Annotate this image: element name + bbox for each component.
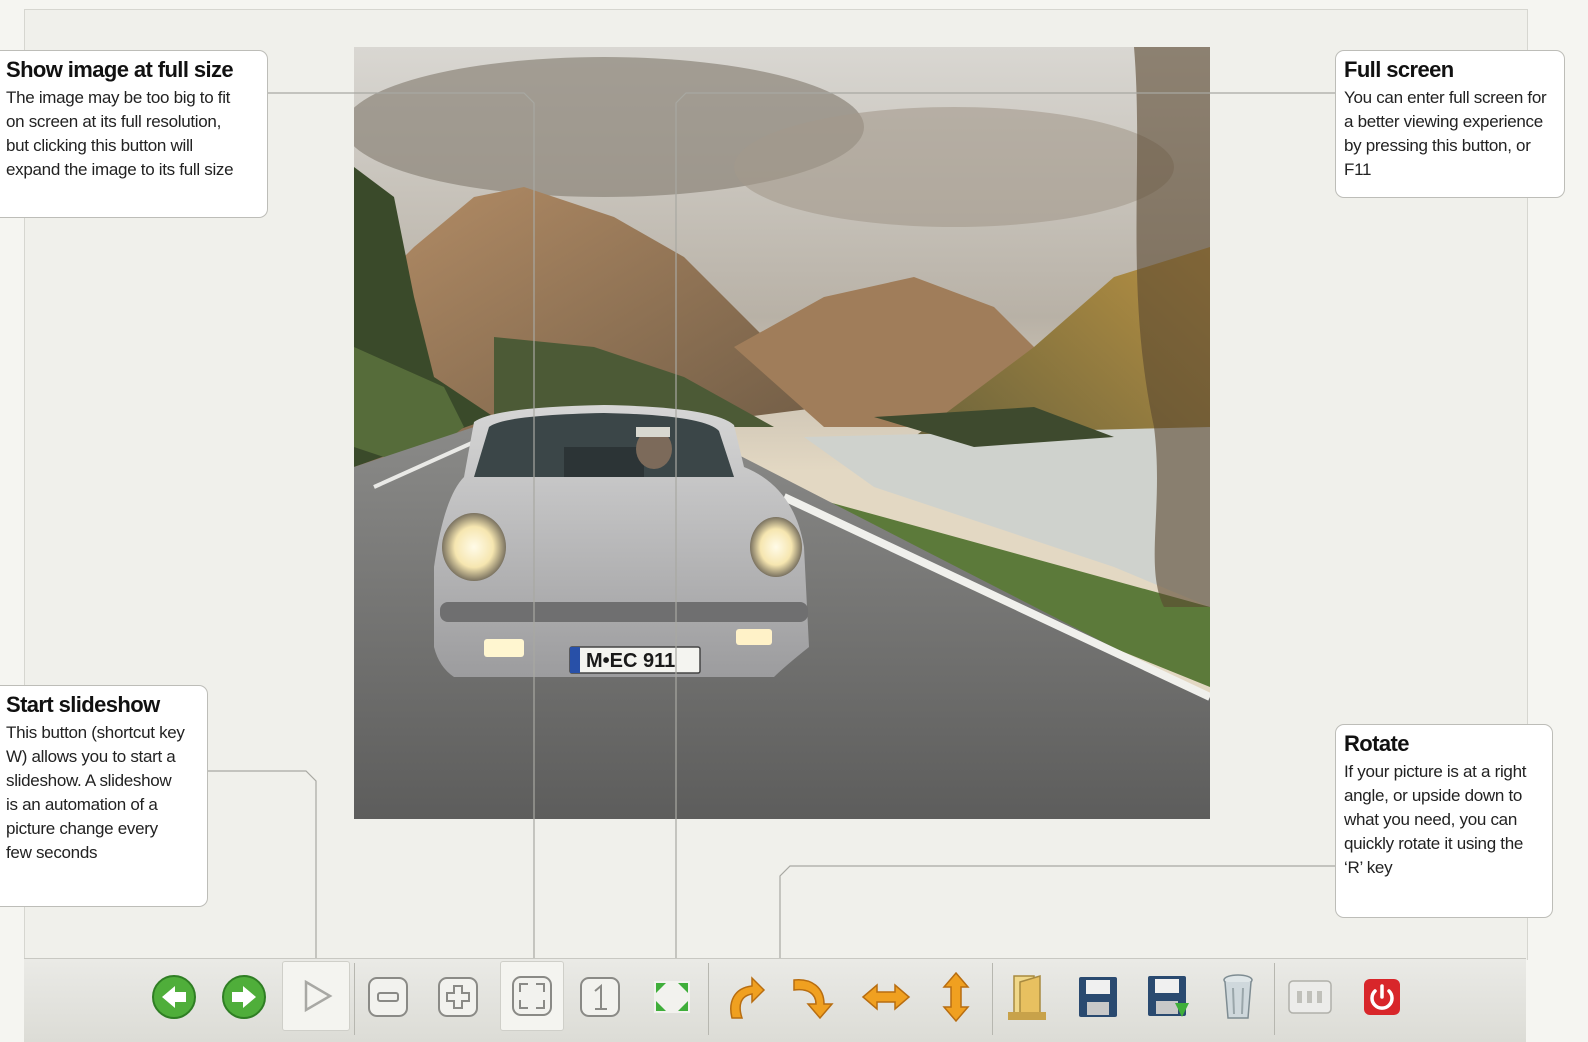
- save-as-button[interactable]: [1140, 967, 1196, 1027]
- previous-image-button[interactable]: [146, 967, 202, 1027]
- actual-size-icon: [580, 977, 620, 1017]
- callout-body: This button (shortcut key W) allows you …: [6, 723, 185, 862]
- callout-title: Start slideshow: [6, 692, 160, 717]
- next-arrow-icon: [222, 975, 266, 1019]
- delete-icon: [1223, 974, 1253, 1019]
- callout-title: Rotate: [1344, 731, 1409, 756]
- close-power-icon: [1364, 979, 1400, 1015]
- callout-title: Show image at full size: [6, 57, 234, 82]
- open-folder-icon: [1008, 974, 1046, 1020]
- rotate-left-button[interactable]: [714, 967, 770, 1027]
- rotate-left-icon: [730, 976, 766, 1019]
- fit-to-window-icon: [512, 976, 552, 1016]
- next-image-button[interactable]: [216, 967, 272, 1027]
- slideshow-play-icon: [304, 979, 333, 1013]
- callout-rotate: Rotate If your picture is at a right ang…: [1335, 724, 1553, 918]
- rotate-right-icon: [793, 979, 834, 1020]
- zoom-out-button[interactable]: [360, 967, 416, 1027]
- full-screen-icon: [654, 981, 690, 1013]
- start-slideshow-button[interactable]: [282, 961, 350, 1031]
- actual-size-button[interactable]: [572, 967, 628, 1027]
- save-as-icon: [1148, 976, 1189, 1017]
- displayed-photo: M•EC 911: [354, 47, 1210, 819]
- save-icon: [1079, 977, 1117, 1017]
- zoom-in-button[interactable]: [430, 967, 486, 1027]
- viewer-toolbar: [24, 958, 1526, 1042]
- zoom-out-icon: [368, 977, 408, 1017]
- settings-button[interactable]: [1282, 967, 1338, 1027]
- callout-body: You can enter full screen for a better v…: [1344, 88, 1547, 179]
- delete-button[interactable]: [1210, 967, 1266, 1027]
- callout-full-screen: Full screen You can enter full screen fo…: [1335, 50, 1565, 198]
- callout-title: Full screen: [1344, 57, 1454, 82]
- callout-start-slideshow: Start slideshow This button (shortcut ke…: [0, 685, 208, 907]
- settings-icon: [1288, 980, 1332, 1014]
- flip-vertical-icon: [942, 971, 970, 1023]
- callout-body: The image may be too big to fit on scree…: [6, 88, 234, 179]
- flip-vertical-button[interactable]: [928, 967, 984, 1027]
- show-full-size-button[interactable]: [500, 961, 564, 1031]
- callout-show-full-size: Show image at full size The image may be…: [0, 50, 268, 218]
- flip-horizontal-button[interactable]: [858, 967, 914, 1027]
- previous-arrow-icon: [152, 975, 196, 1019]
- flip-horizontal-icon: [861, 983, 911, 1011]
- full-screen-button[interactable]: [644, 967, 700, 1027]
- license-plate-text: M•EC 911: [586, 650, 675, 672]
- close-button[interactable]: [1354, 967, 1410, 1027]
- open-file-button[interactable]: [1000, 967, 1056, 1027]
- save-button[interactable]: [1070, 967, 1126, 1027]
- zoom-in-icon: [438, 977, 478, 1017]
- callout-body: If your picture is at a right angle, or …: [1344, 762, 1527, 877]
- rotate-right-button[interactable]: [786, 967, 842, 1027]
